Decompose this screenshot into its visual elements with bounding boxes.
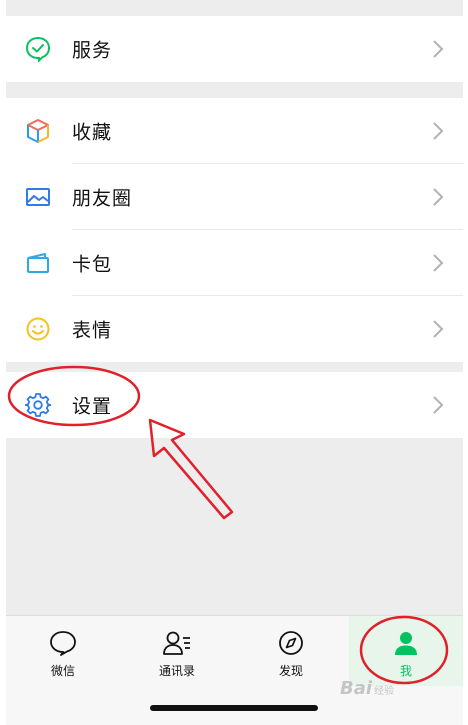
tools-group: 收藏 朋友圈 卡包 表情 <box>6 98 463 362</box>
section-gap <box>6 362 463 372</box>
chevron-right-icon <box>433 40 444 58</box>
service-check-icon <box>24 35 52 63</box>
menu-item-label: 表情 <box>72 319 113 342</box>
contacts-icon <box>163 631 190 655</box>
smiley-icon <box>24 315 52 343</box>
menu-item-stickers[interactable]: 表情 <box>6 296 463 362</box>
tab-contacts[interactable]: 通讯录 <box>120 616 234 686</box>
gear-icon <box>24 391 52 419</box>
watermark-suffix: 经验 <box>374 686 395 697</box>
section-gap <box>6 0 463 16</box>
tab-me[interactable]: 我 <box>349 616 463 686</box>
tab-label: 我 <box>399 664 412 678</box>
favorites-cube-icon <box>24 117 52 145</box>
watermark: Bai 经验 <box>340 678 394 699</box>
service-group: 服务 <box>6 16 463 82</box>
chevron-right-icon <box>433 188 444 206</box>
watermark-text: Bai <box>340 678 373 699</box>
tab-label: 微信 <box>50 664 75 678</box>
chat-bubble-icon <box>50 631 76 656</box>
section-gap <box>6 82 463 98</box>
menu-item-label: 卡包 <box>72 253 113 276</box>
menu-item-label: 收藏 <box>72 121 113 144</box>
chevron-right-icon <box>433 320 444 338</box>
moments-picture-icon <box>24 183 52 211</box>
tab-label: 通讯录 <box>158 664 195 678</box>
card-wallet-icon <box>24 249 52 277</box>
menu-item-label: 服务 <box>72 39 113 62</box>
menu-item-service[interactable]: 服务 <box>6 16 463 82</box>
menu-item-settings[interactable]: 设置 <box>6 372 463 438</box>
chevron-right-icon <box>433 122 444 140</box>
menu-item-favorites[interactable]: 收藏 <box>6 98 463 164</box>
tab-label: 发现 <box>278 664 303 678</box>
compass-icon <box>279 631 303 655</box>
chevron-right-icon <box>433 254 444 272</box>
tab-discover[interactable]: 发现 <box>234 616 348 686</box>
menu-item-label: 朋友圈 <box>72 187 133 210</box>
chevron-right-icon <box>433 396 444 414</box>
settings-group: 设置 <box>6 372 463 438</box>
menu-item-label: 设置 <box>72 395 113 418</box>
person-icon <box>395 632 417 655</box>
menu-item-moments[interactable]: 朋友圈 <box>6 164 463 230</box>
tab-chats[interactable]: 微信 <box>6 616 120 686</box>
menu-item-cards[interactable]: 卡包 <box>6 230 463 296</box>
home-indicator <box>150 705 318 711</box>
